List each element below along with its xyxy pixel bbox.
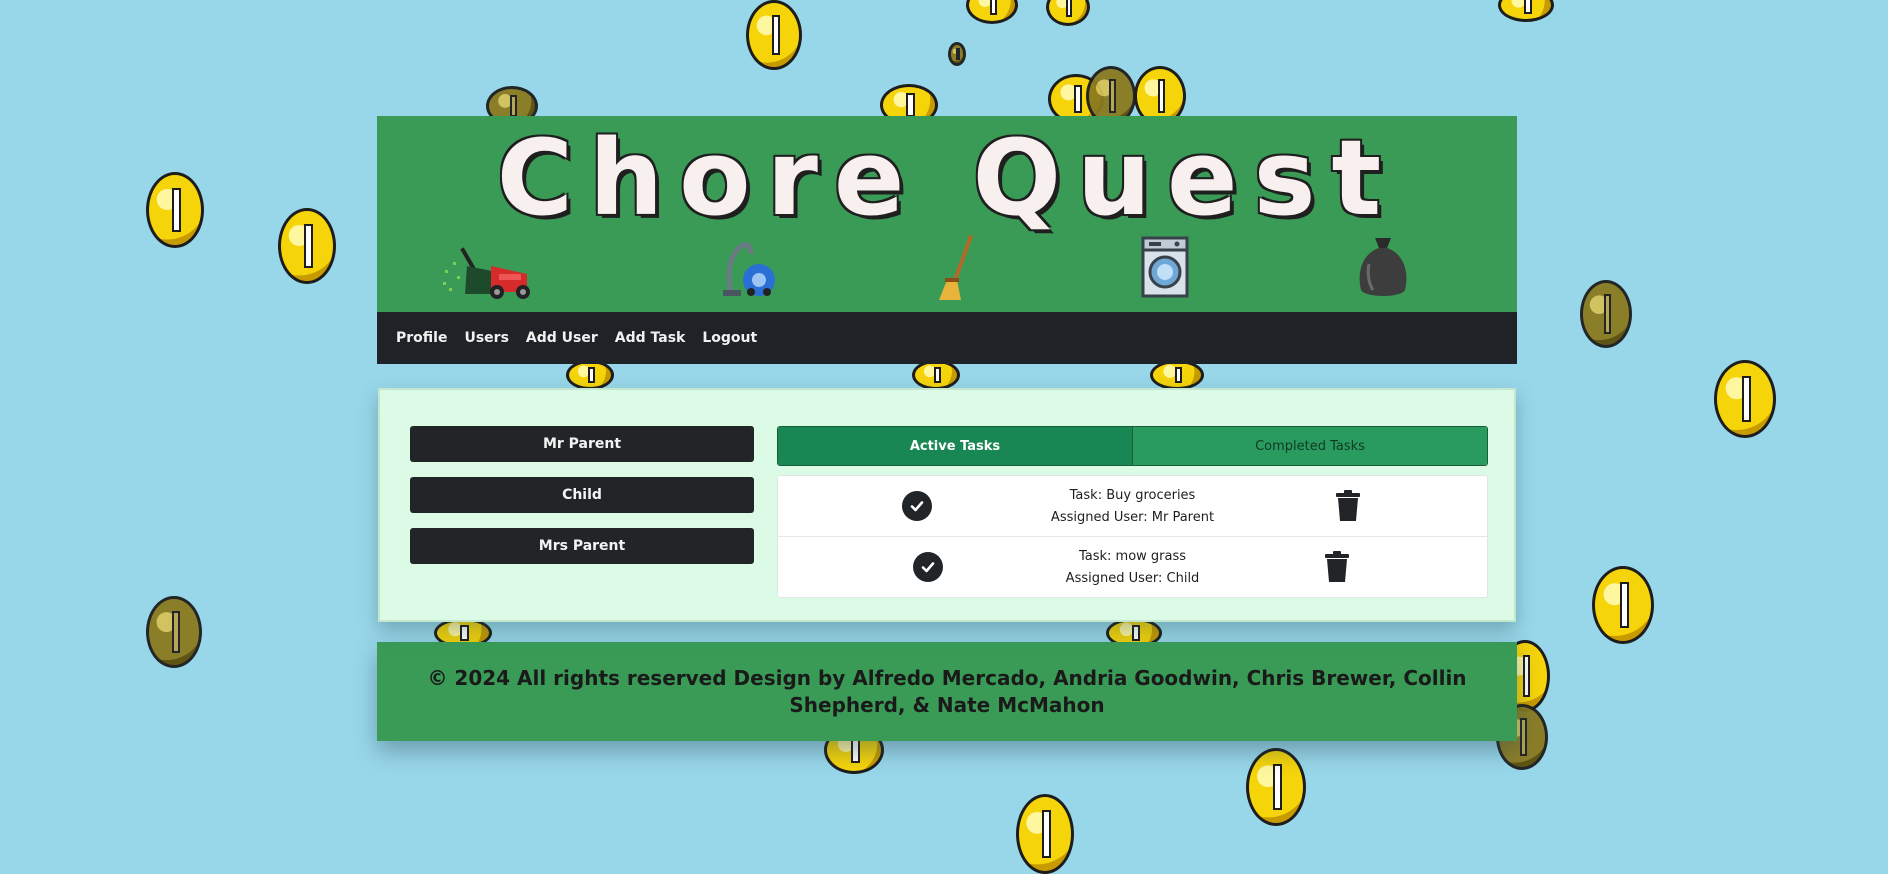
lawn-mower-icon (443, 247, 530, 299)
coin-icon (278, 208, 336, 284)
footer-credits: © 2024 All rights reserved Design by Alf… (427, 665, 1467, 717)
task-details: Task: mow grass Assigned User: Child (778, 546, 1487, 590)
user-button-child[interactable]: Child (410, 477, 754, 513)
app-container: Chore Quest Profile Users Add User Add T… (377, 116, 1517, 741)
nav-add-task[interactable]: Add Task (615, 330, 686, 346)
coin-icon (966, 0, 1018, 24)
coin-icon (1246, 748, 1306, 826)
coin-icon (146, 172, 204, 248)
nav-profile[interactable]: Profile (396, 330, 447, 346)
task-assigned-user: Assigned User: Mr Parent (1050, 510, 1215, 525)
coin-icon (1580, 280, 1632, 348)
nav-add-user[interactable]: Add User (526, 330, 598, 346)
trash-icon[interactable] (1335, 490, 1361, 522)
vacuum-cleaner-icon (723, 242, 775, 296)
task-assigned-user: Assigned User: Child (1065, 571, 1200, 586)
task-panel: Active Tasks Completed Tasks Task: Buy g… (777, 426, 1488, 598)
task-name: Task: mow grass (1078, 549, 1187, 564)
task-tabs: Active Tasks Completed Tasks (777, 426, 1488, 466)
trash-icon[interactable] (1324, 551, 1350, 583)
task-details: Task: Buy groceries Assigned User: Mr Pa… (778, 485, 1487, 529)
coin-icon (1016, 794, 1074, 874)
task-list: Task: Buy groceries Assigned User: Mr Pa… (777, 475, 1488, 598)
coin-icon (1714, 360, 1776, 438)
coin-icon (1498, 0, 1554, 22)
list-item: Task: Buy groceries Assigned User: Mr Pa… (778, 476, 1487, 537)
nav-logout[interactable]: Logout (702, 330, 757, 346)
task-name: Task: Buy groceries (1069, 488, 1196, 503)
dashboard-card: Mr Parent Child Mrs Parent Active Tasks … (378, 388, 1516, 622)
broom-icon (939, 234, 974, 300)
trash-bag-icon (1359, 238, 1407, 296)
tab-completed-tasks[interactable]: Completed Tasks (1132, 427, 1487, 465)
coin-icon (746, 0, 802, 70)
list-item: Task: mow grass Assigned User: Child (778, 537, 1487, 597)
hero-banner: Chore Quest (377, 116, 1517, 312)
washing-machine-icon (1141, 236, 1189, 298)
user-list: Mr Parent Child Mrs Parent (410, 426, 754, 579)
app-title: Chore Quest (496, 117, 1398, 239)
page-footer: © 2024 All rights reserved Design by Alf… (377, 642, 1517, 741)
coin-icon (1592, 566, 1654, 644)
tab-active-tasks[interactable]: Active Tasks (778, 427, 1132, 465)
coin-icon (1046, 0, 1090, 26)
coin-icon (948, 42, 966, 66)
coin-icon (146, 596, 202, 668)
user-button-mrs-parent[interactable]: Mrs Parent (410, 528, 754, 564)
nav-users[interactable]: Users (464, 330, 508, 346)
main-navbar: Profile Users Add User Add Task Logout (377, 312, 1517, 364)
user-button-mr-parent[interactable]: Mr Parent (410, 426, 754, 462)
